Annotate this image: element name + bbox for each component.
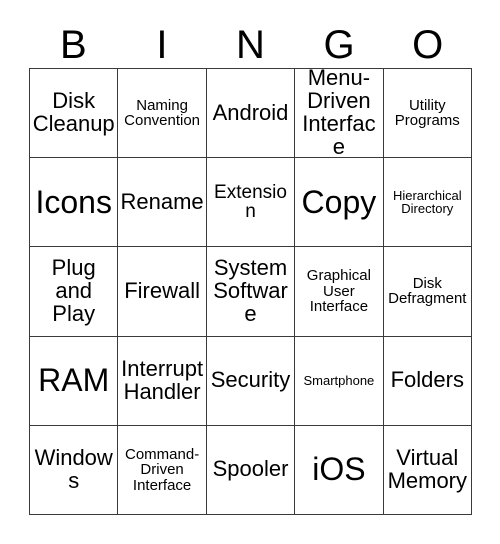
- bingo-cell-label: System Software: [213, 255, 288, 326]
- bingo-cell[interactable]: Security: [206, 336, 296, 426]
- bingo-cell[interactable]: Extension: [206, 158, 296, 248]
- bingo-card: B I N G O Disk Cleanup Naming Convention…: [0, 0, 500, 544]
- bingo-cell[interactable]: Copy: [295, 158, 384, 248]
- bingo-cell-label: Virtual Memory: [387, 445, 468, 493]
- bingo-cell[interactable]: Plug and Play: [30, 247, 119, 337]
- bingo-cell[interactable]: Graphical User Interface: [295, 247, 384, 337]
- bingo-cell[interactable]: Menu- Driven Interface: [295, 69, 384, 159]
- bingo-cell-label: Utility Programs: [394, 96, 460, 130]
- bingo-cell-label: Menu- Driven Interface: [302, 69, 376, 159]
- bingo-cell[interactable]: iOS: [295, 425, 384, 515]
- bingo-cell-label: Spooler: [212, 456, 289, 482]
- bingo-cell-label: RAM: [38, 362, 110, 399]
- bingo-cell[interactable]: Hierarchical Directory: [383, 158, 472, 248]
- bingo-cell-label: Android: [212, 99, 289, 125]
- bingo-cell[interactable]: Rename: [118, 158, 207, 248]
- bingo-cell[interactable]: Utility Programs: [383, 69, 472, 159]
- bingo-grid: Disk Cleanup Naming Convention Android M…: [29, 68, 472, 515]
- bingo-cell[interactable]: Firewall: [118, 247, 207, 337]
- bingo-cell-label: Rename: [120, 188, 204, 214]
- bingo-cell-label: Disk Cleanup: [32, 88, 115, 137]
- bingo-cell-label: iOS: [312, 451, 366, 488]
- bingo-cell-label: Extension: [214, 181, 287, 223]
- bingo-cell-label: Windows: [34, 445, 113, 493]
- header-letter-n: N: [236, 23, 265, 67]
- bingo-cell[interactable]: Windows: [30, 425, 119, 515]
- bingo-cell-label: Disk Defragment: [388, 274, 467, 308]
- bingo-cell-label: Smartphone: [303, 372, 375, 388]
- bingo-cell[interactable]: Interrupt Handler: [118, 336, 207, 426]
- bingo-cell[interactable]: Naming Convention: [118, 69, 207, 159]
- bingo-cell[interactable]: Android: [206, 69, 296, 159]
- bingo-header: B I N G O: [29, 22, 472, 68]
- bingo-cell-label: Hierarchical Directory: [392, 187, 462, 217]
- bingo-cell[interactable]: Virtual Memory: [383, 425, 472, 515]
- bingo-cell[interactable]: Folders: [383, 336, 472, 426]
- header-letter-o: O: [412, 23, 444, 67]
- bingo-cell-label: Security: [210, 367, 291, 393]
- bingo-cell[interactable]: RAM: [30, 336, 119, 426]
- bingo-cell-label: Naming Convention: [124, 96, 201, 130]
- bingo-cell[interactable]: Disk Defragment: [383, 247, 472, 337]
- bingo-cell-label: Icons: [35, 183, 112, 220]
- bingo-cell-label: Command- Driven Interface: [125, 445, 200, 494]
- header-letter-g: G: [323, 23, 355, 67]
- bingo-cell[interactable]: Spooler: [206, 425, 296, 515]
- bingo-cell[interactable]: Icons: [30, 158, 119, 248]
- bingo-cell-label: Graphical User Interface: [306, 267, 371, 316]
- bingo-cell-label: Plug and Play: [51, 255, 96, 326]
- bingo-cell-label: Copy: [301, 183, 377, 220]
- bingo-cell-label: Firewall: [124, 278, 200, 304]
- bingo-cell[interactable]: Smartphone: [295, 336, 384, 426]
- header-letter-i: I: [156, 23, 168, 67]
- header-letter-b: B: [59, 23, 87, 67]
- bingo-cell[interactable]: Disk Cleanup: [30, 69, 119, 159]
- bingo-cell-label: Folders: [390, 367, 464, 393]
- bingo-cell[interactable]: Command- Driven Interface: [118, 425, 207, 515]
- bingo-cell[interactable]: System Software: [206, 247, 296, 337]
- bingo-cell-label: Interrupt Handler: [121, 355, 204, 404]
